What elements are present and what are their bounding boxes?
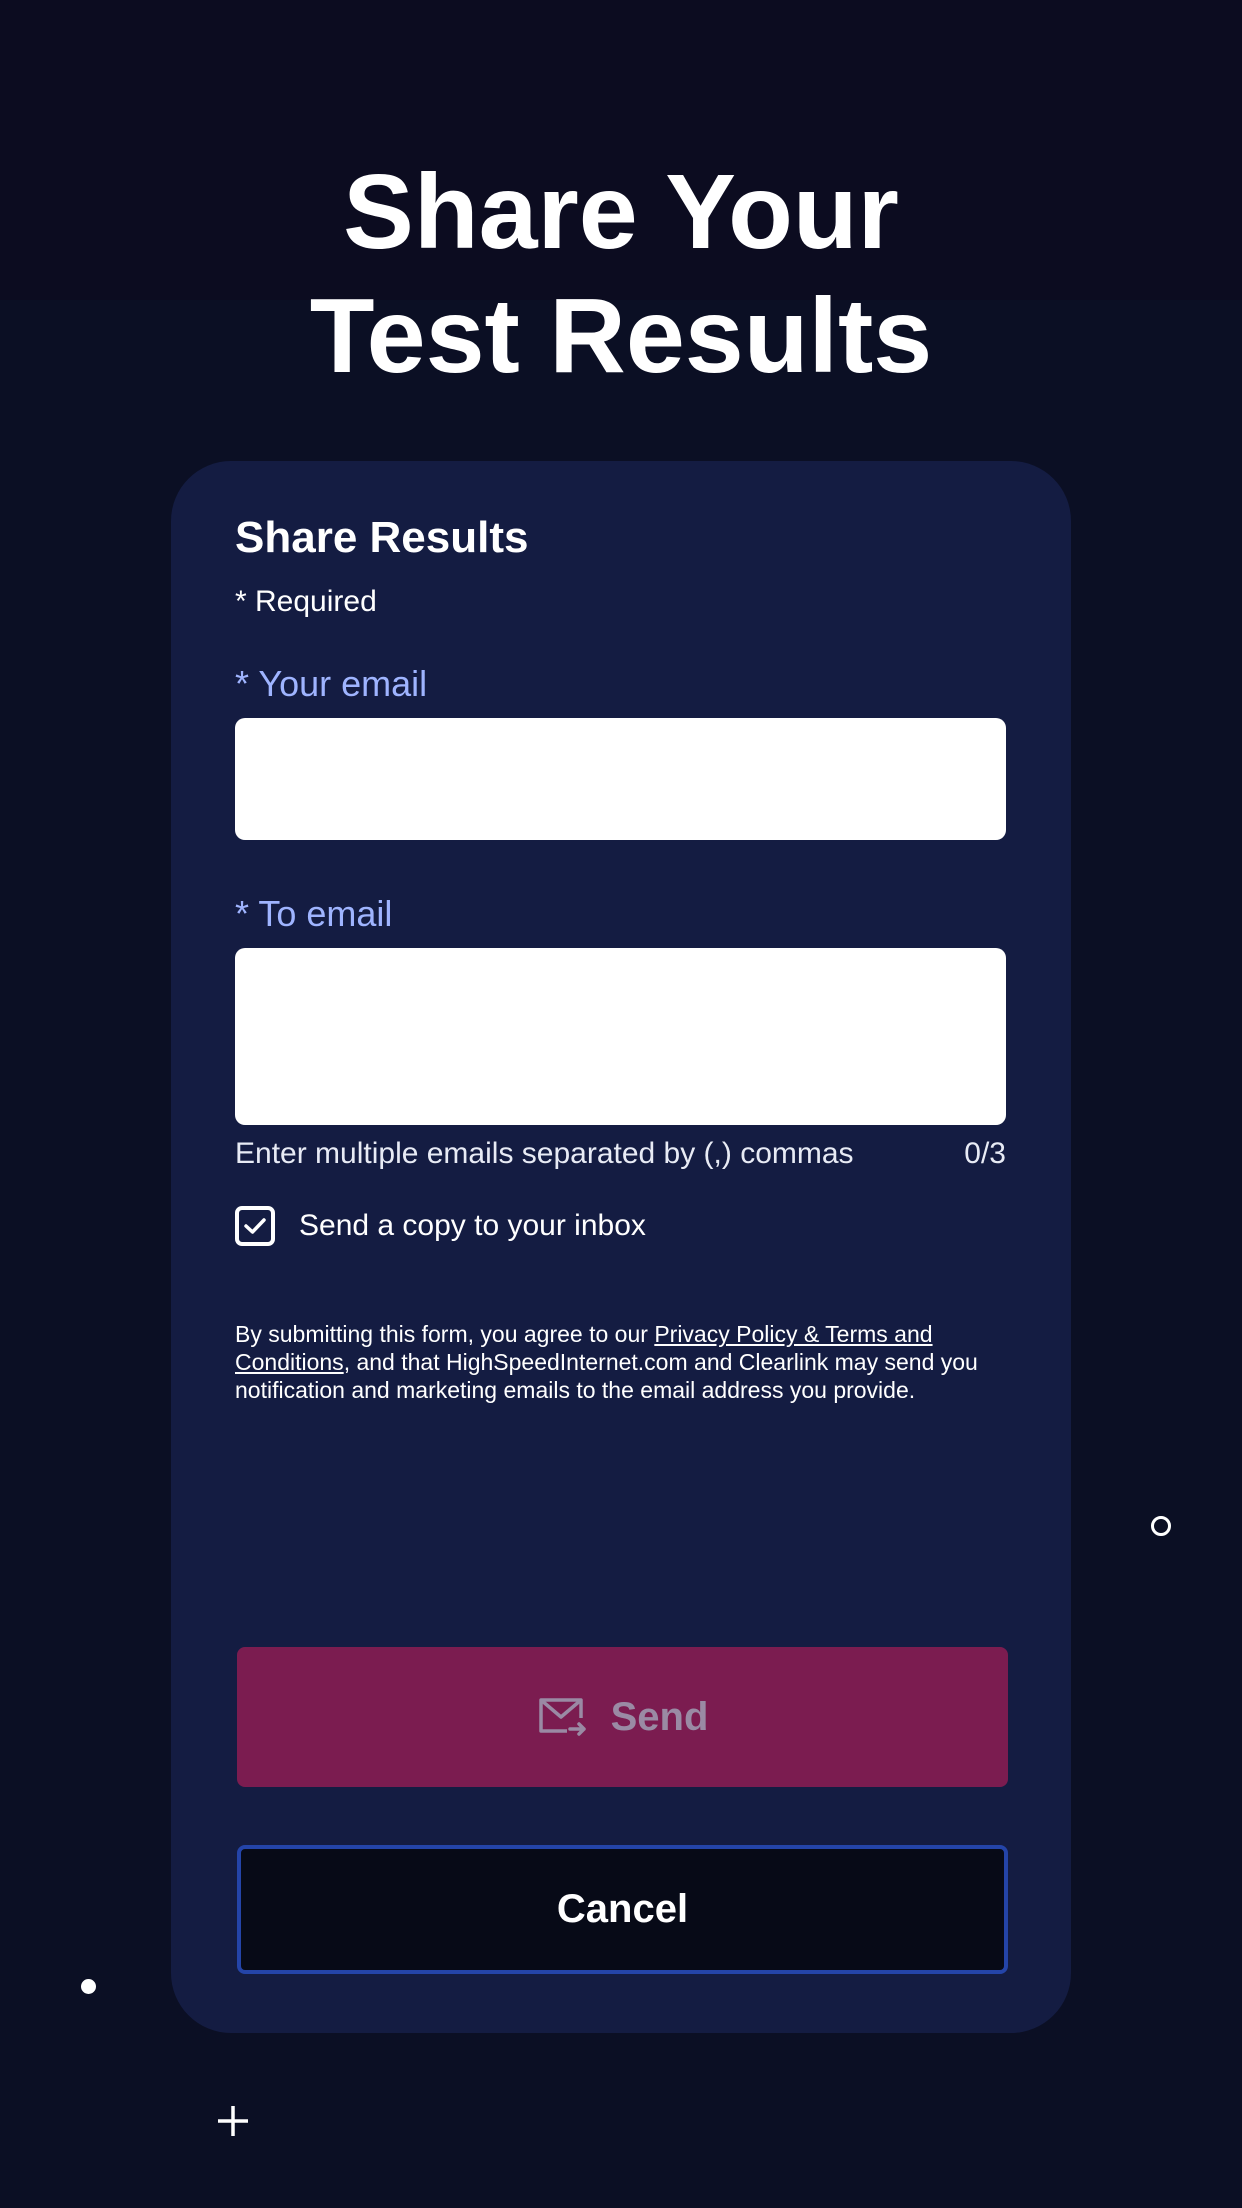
to-email-label: * To email xyxy=(235,893,393,934)
plus-icon xyxy=(218,2106,248,2136)
page-title-line-1: Share Your xyxy=(343,153,899,271)
share-results-page: Share Your Test Results Share Results * … xyxy=(0,0,1242,2208)
to-email-field[interactable] xyxy=(235,948,1006,1125)
legal-prefix: By submitting this form, you agree to ou… xyxy=(235,1321,655,1347)
required-note: * Required xyxy=(235,585,377,618)
to-email-counter: 0/3 xyxy=(964,1137,1006,1170)
ring-icon xyxy=(1151,1516,1171,1536)
checkmark-icon xyxy=(244,1218,266,1234)
your-email-label: * Your email xyxy=(235,663,428,704)
send-button-label: Send xyxy=(610,1694,709,1739)
mail-send-icon xyxy=(537,1696,587,1738)
send-button[interactable]: Send xyxy=(237,1647,1008,1787)
page-title-line-2: Test Results xyxy=(309,277,933,395)
page-title: Share Your Test Results xyxy=(0,150,1242,398)
share-results-card: Share Results * Required * Your email * … xyxy=(171,461,1071,2033)
dot-icon xyxy=(81,1979,96,1994)
legal-suffix: , and that HighSpeedInternet.com and Cle… xyxy=(235,1349,978,1403)
card-title: Share Results xyxy=(235,513,529,562)
send-copy-label: Send a copy to your inbox xyxy=(299,1209,646,1242)
cancel-button[interactable]: Cancel xyxy=(237,1845,1008,1974)
your-email-field[interactable] xyxy=(235,718,1006,840)
legal-disclaimer: By submitting this form, you agree to ou… xyxy=(235,1320,1025,1404)
to-email-helper-text: Enter multiple emails separated by (,) c… xyxy=(235,1137,854,1170)
send-copy-row[interactable]: Send a copy to your inbox xyxy=(235,1206,646,1246)
to-email-helper: Enter multiple emails separated by (,) c… xyxy=(235,1137,1006,1171)
send-copy-checkbox[interactable] xyxy=(235,1206,275,1246)
